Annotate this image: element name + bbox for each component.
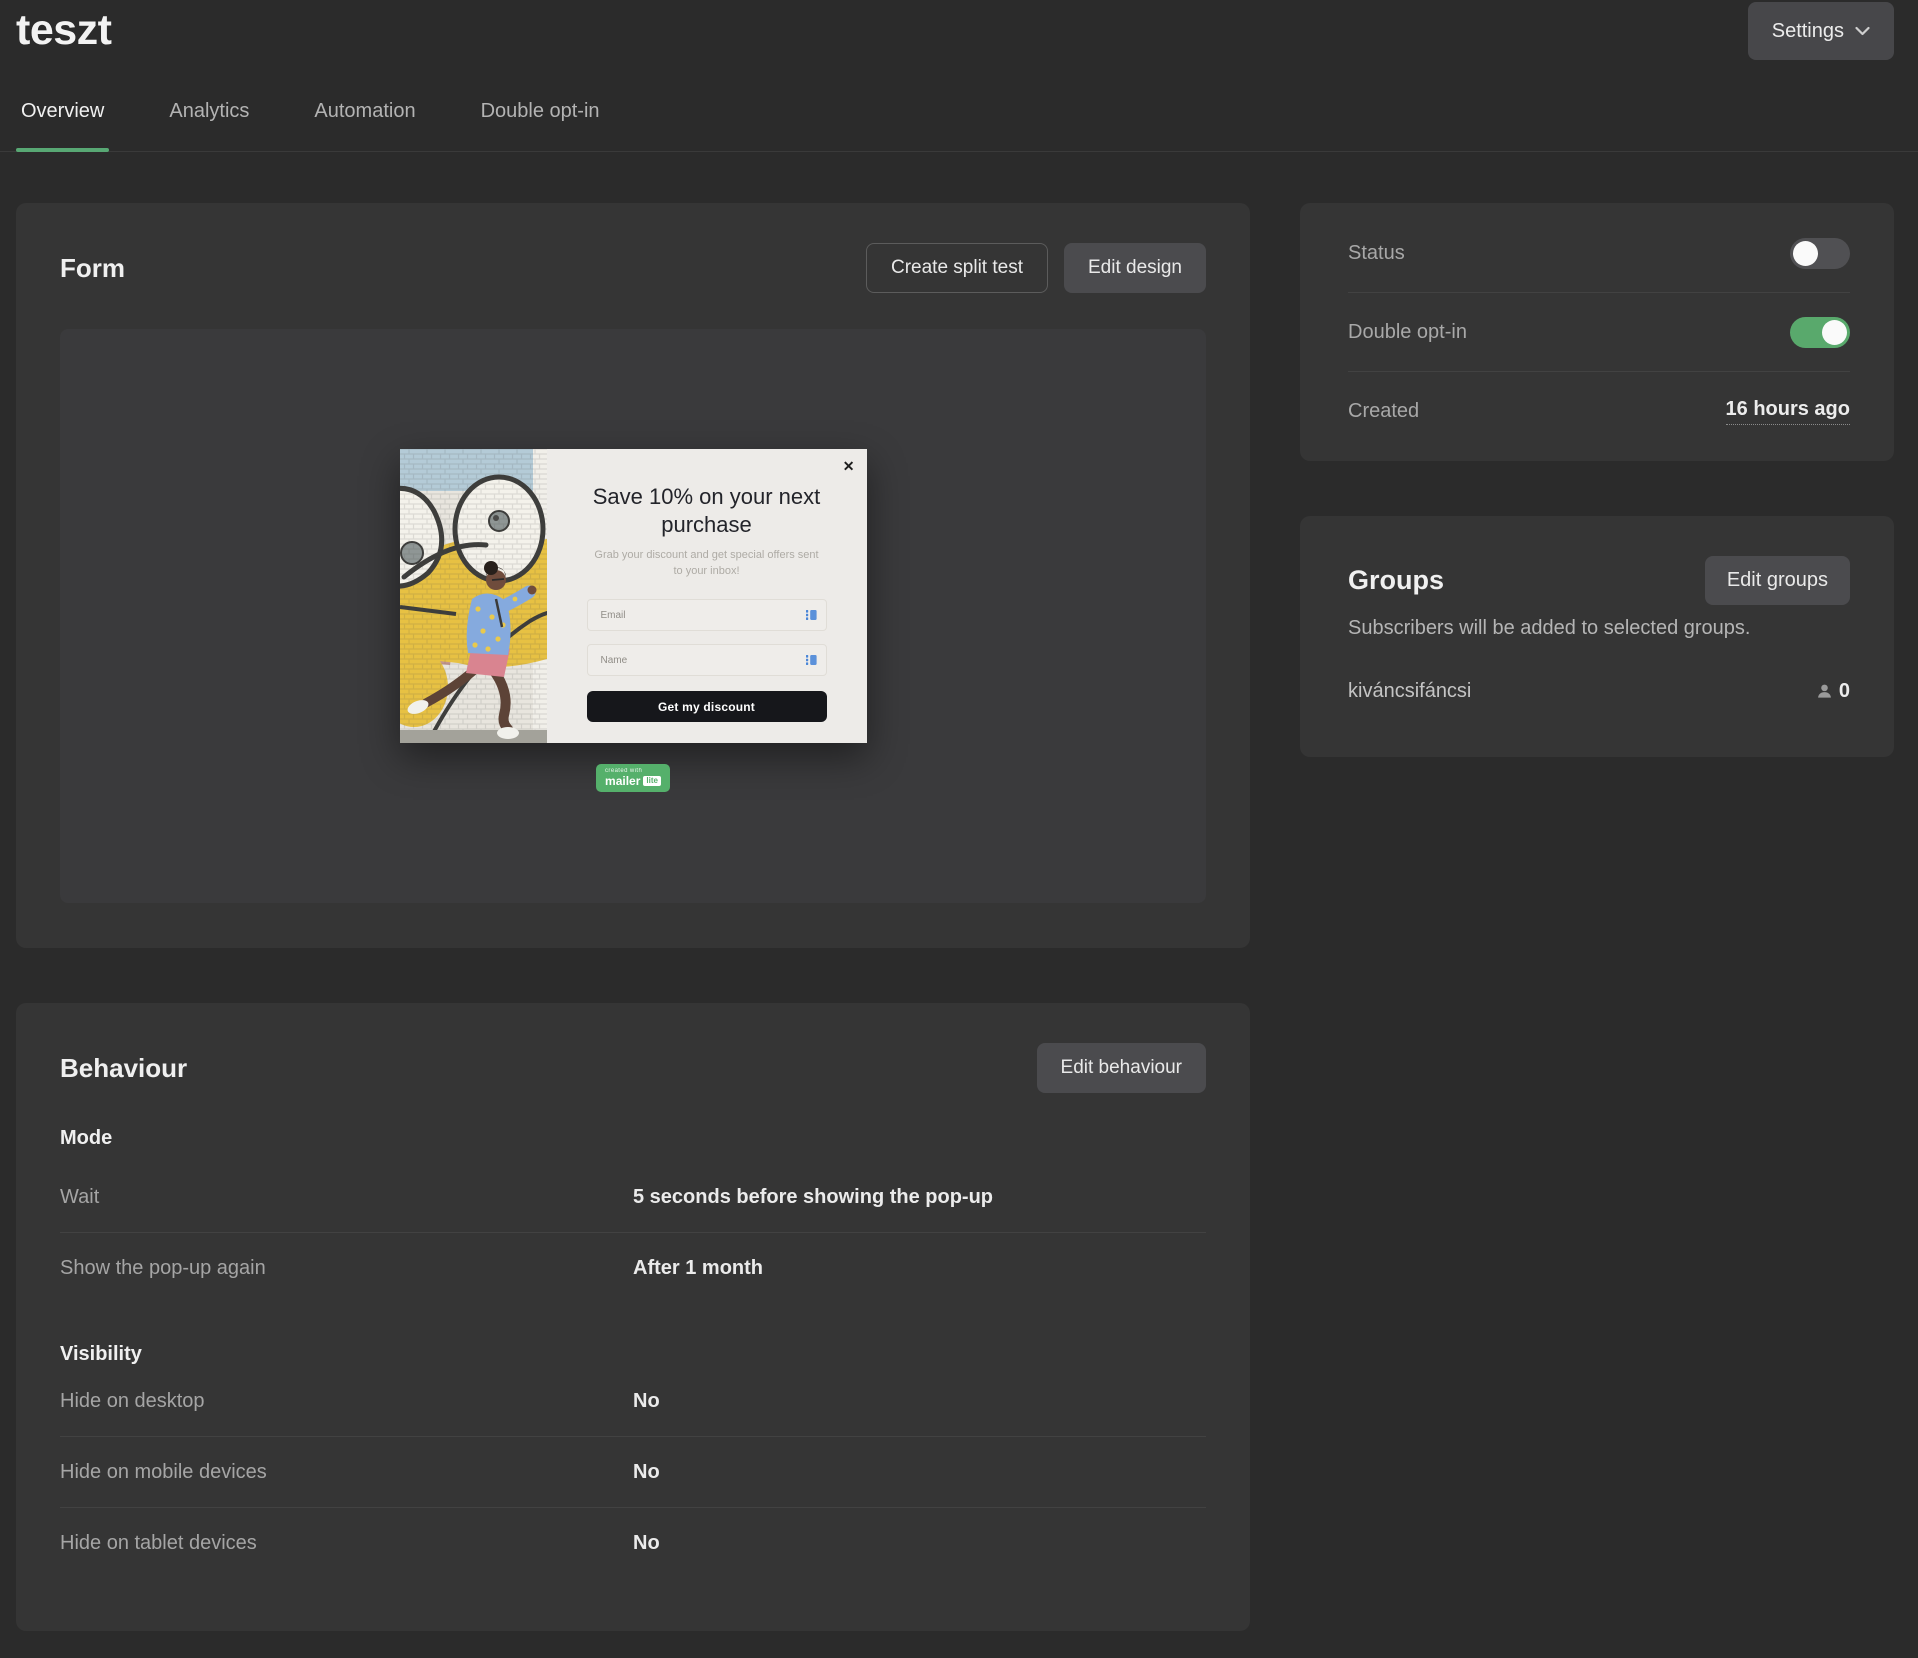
form-card-title: Form (60, 252, 125, 283)
tab-analytics[interactable]: Analytics (164, 72, 254, 151)
double-opt-in-toggle[interactable] (1790, 316, 1850, 348)
status-toggle[interactable] (1790, 237, 1850, 269)
hide-mobile-value: No (633, 1460, 660, 1483)
behaviour-card: Behaviour Edit behaviour Mode Wait 5 sec… (16, 1003, 1250, 1631)
tab-double-opt-in[interactable]: Double opt-in (476, 72, 605, 151)
popup-name-field-wrap (586, 644, 827, 677)
popup-subheading: Grab your discount and get special offer… (594, 549, 819, 578)
groups-card-header: Groups Edit groups (1348, 556, 1850, 605)
badge-brand-text: mailer (605, 774, 641, 788)
personalization-icon (805, 609, 817, 622)
created-value[interactable]: 16 hours ago (1725, 398, 1850, 425)
wait-value: 5 seconds before showing the pop-up (633, 1185, 994, 1208)
double-opt-in-label: Double opt-in (1348, 320, 1467, 343)
show-again-value: After 1 month (633, 1256, 763, 1279)
hide-desktop-value: No (633, 1389, 660, 1412)
status-card: Status Double opt-in Created 16 hours ag… (1300, 203, 1894, 461)
chevron-down-icon (1855, 26, 1870, 36)
toggle-knob (1793, 240, 1818, 266)
mode-rows: Wait 5 seconds before showing the pop-up… (60, 1162, 1206, 1303)
graffiti-runner-illustration (399, 449, 547, 743)
edit-design-button[interactable]: Edit design (1063, 243, 1206, 293)
double-opt-in-row: Double opt-in (1348, 293, 1850, 371)
hide-tablet-row: Hide on tablet devices No (60, 1508, 1206, 1578)
created-label: Created (1348, 399, 1420, 422)
behaviour-card-title: Behaviour (60, 1052, 188, 1083)
tab-overview[interactable]: Overview (16, 72, 110, 152)
personalization-icon (805, 654, 817, 667)
groups-card-title: Groups (1348, 565, 1445, 595)
hide-desktop-row: Hide on desktop No (60, 1366, 1206, 1436)
popup-panel: ✕ Save 10% on your next purchase Grab yo… (547, 449, 867, 743)
group-list-item: kiváncsifáncsi 0 (1348, 680, 1850, 703)
page-title: teszt (16, 6, 112, 54)
form-card-header: Form Create split test Edit design (60, 243, 1206, 293)
status-row: Status (1348, 214, 1850, 292)
popup-submit-button[interactable]: Get my discount (586, 691, 827, 723)
hide-mobile-label: Hide on mobile devices (60, 1460, 267, 1483)
wait-row: Wait 5 seconds before showing the pop-up (60, 1162, 1206, 1232)
group-name: kiváncsifáncsi (1348, 680, 1472, 702)
wait-label: Wait (60, 1185, 100, 1208)
popup-email-input[interactable] (586, 599, 827, 632)
hide-tablet-label: Hide on tablet devices (60, 1531, 257, 1554)
behaviour-card-header: Behaviour Edit behaviour (60, 1043, 1206, 1093)
hide-mobile-row: Hide on mobile devices No (60, 1437, 1206, 1507)
form-card-actions: Create split test Edit design (865, 243, 1206, 293)
badge-created-with-label: created with (605, 768, 643, 774)
main-column: Form Create split test Edit design ✕ Sav… (16, 203, 1250, 1631)
topbar: teszt Settings (0, 0, 1918, 72)
hide-tablet-value: No (633, 1531, 660, 1554)
popup-name-input[interactable] (586, 644, 827, 677)
popup-email-field-wrap (586, 599, 827, 632)
show-again-row: Show the pop-up again After 1 month (60, 1233, 1206, 1303)
settings-button[interactable]: Settings (1747, 2, 1894, 60)
tab-automation[interactable]: Automation (309, 72, 420, 151)
visibility-rows: Hide on desktop No Hide on mobile device… (60, 1366, 1206, 1578)
visibility-section-heading: Visibility (60, 1343, 142, 1365)
content: Form Create split test Edit design ✕ Sav… (0, 152, 1918, 1631)
popup-preview: ✕ Save 10% on your next purchase Grab yo… (399, 449, 867, 743)
popup-photo (399, 449, 547, 743)
tab-bar: Overview Analytics Automation Double opt… (0, 72, 1918, 152)
mode-section-heading: Mode (60, 1127, 113, 1149)
mailerlite-logo: mailer lite (605, 775, 661, 787)
popup-close-icon[interactable]: ✕ (843, 458, 855, 475)
groups-card: Groups Edit groups Subscribers will be a… (1300, 516, 1894, 757)
edit-behaviour-button[interactable]: Edit behaviour (1036, 1043, 1206, 1093)
toggle-knob (1822, 319, 1847, 345)
person-icon (1816, 683, 1833, 700)
create-split-test-button[interactable]: Create split test (865, 243, 1048, 293)
form-card: Form Create split test Edit design ✕ Sav… (16, 203, 1250, 948)
edit-groups-button[interactable]: Edit groups (1704, 556, 1850, 605)
group-subscriber-count: 0 (1816, 680, 1850, 703)
status-label: Status (1348, 241, 1405, 264)
form-preview-area: ✕ Save 10% on your next purchase Grab yo… (60, 329, 1206, 903)
hide-desktop-label: Hide on desktop (60, 1389, 205, 1412)
group-count-value: 0 (1838, 680, 1850, 702)
settings-button-label: Settings (1771, 19, 1844, 42)
mailerlite-badge[interactable]: created with mailer lite (596, 764, 670, 792)
popup-heading: Save 10% on your next purchase (592, 484, 821, 538)
show-again-label: Show the pop-up again (60, 1256, 266, 1279)
badge-lite-tag: lite (643, 776, 661, 786)
groups-description: Subscribers will be added to selected gr… (1348, 617, 1751, 639)
created-row: Created 16 hours ago (1348, 372, 1850, 450)
page: teszt Settings Overview Analytics Automa… (0, 0, 1918, 1658)
side-column: Status Double opt-in Created 16 hours ag… (1300, 203, 1894, 757)
